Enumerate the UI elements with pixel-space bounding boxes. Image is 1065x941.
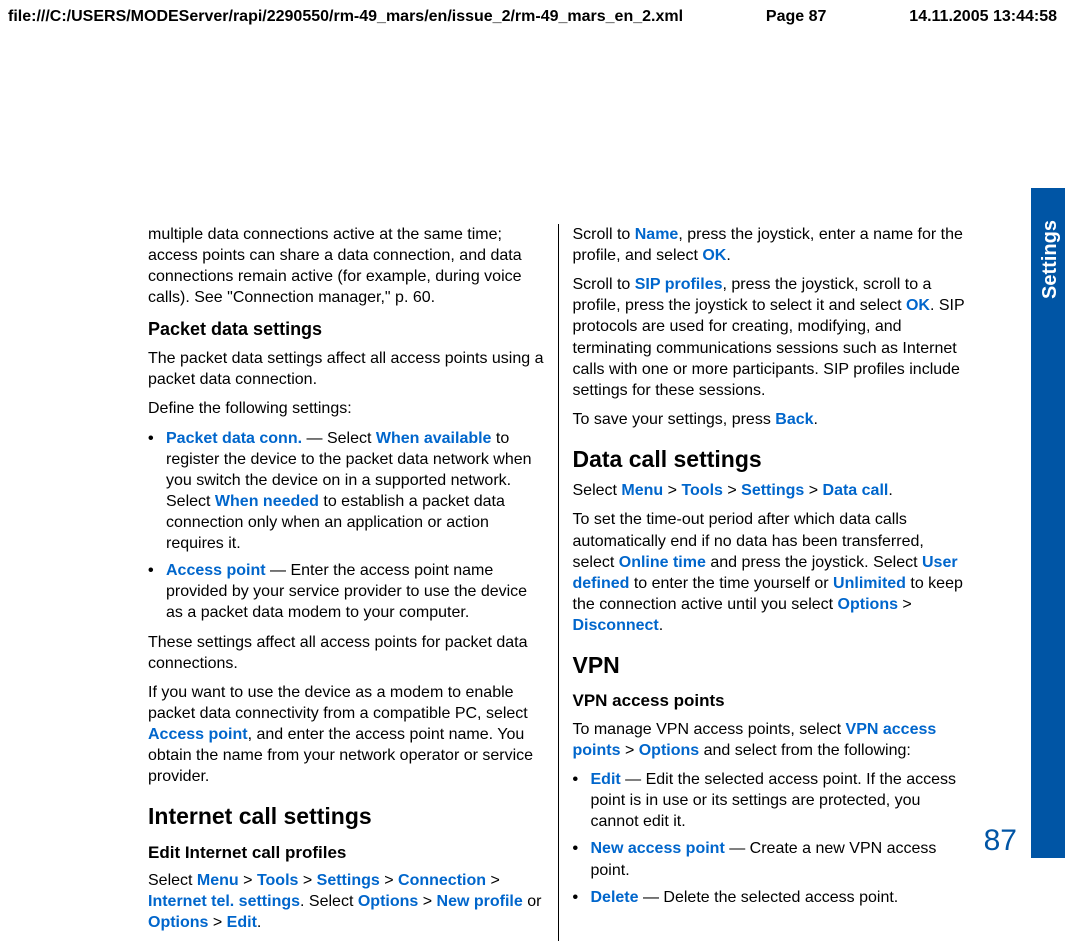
header-filepath: file:///C:/USERS/MODEServer/rapi/2290550… xyxy=(8,8,683,26)
ui-term-sip-profiles: SIP profiles xyxy=(635,276,723,293)
bullet-list: Edit — Edit the selected access point. I… xyxy=(573,769,969,908)
ui-term-tools: Tools xyxy=(257,872,298,889)
text: Select xyxy=(148,872,197,889)
text: > xyxy=(380,872,398,889)
ui-term-menu: Menu xyxy=(621,482,663,499)
ui-term-data-call: Data call xyxy=(823,482,889,499)
ui-term-options: Options xyxy=(639,742,699,759)
text: — Select xyxy=(302,430,376,447)
text: > xyxy=(418,893,436,910)
text: — Edit the selected access point. If the… xyxy=(591,771,957,830)
ui-term-ok: OK xyxy=(906,297,930,314)
text: Scroll to xyxy=(573,226,635,243)
ui-term-internet-tel-settings: Internet tel. settings xyxy=(148,893,300,910)
paragraph: To set the time-out period after which d… xyxy=(573,509,969,636)
text: > xyxy=(663,482,681,499)
text: Select xyxy=(573,482,622,499)
text: . xyxy=(726,247,730,264)
paragraph: If you want to use the device as a modem… xyxy=(148,682,544,788)
text: If you want to use the device as a modem… xyxy=(148,684,528,722)
ui-term-back: Back xyxy=(775,411,813,428)
heading-vpn: VPN xyxy=(573,650,969,680)
ui-term-new-access-point: New access point xyxy=(591,840,725,857)
header-page: Page 87 xyxy=(766,8,826,26)
text: To manage VPN access points, select xyxy=(573,721,846,738)
ui-term-delete: Delete xyxy=(591,889,639,906)
text: > xyxy=(486,872,500,889)
paragraph: Scroll to Name, press the joystick, ente… xyxy=(573,224,969,266)
ui-term-unlimited: Unlimited xyxy=(833,575,906,592)
ui-term-new-profile: New profile xyxy=(437,893,523,910)
text: Scroll to xyxy=(573,276,635,293)
list-item: New access point — Create a new VPN acce… xyxy=(573,838,969,880)
text: . xyxy=(814,411,818,428)
ui-term-when-needed: When needed xyxy=(215,493,319,510)
text: to enter the time yourself or xyxy=(629,575,833,592)
heading-data-call-settings: Data call settings xyxy=(573,444,969,474)
paragraph: These settings affect all access points … xyxy=(148,632,544,674)
paragraph: Define the following settings: xyxy=(148,398,544,419)
ui-term-tools: Tools xyxy=(681,482,722,499)
header-timestamp: 14.11.2005 13:44:58 xyxy=(909,8,1057,26)
ui-term-access-point: Access point xyxy=(148,726,248,743)
ui-term-ok: OK xyxy=(702,247,726,264)
ui-term-access-point: Access point xyxy=(166,562,266,579)
text: . xyxy=(257,914,261,931)
ui-term-packet-data-conn: Packet data conn. xyxy=(166,430,302,447)
text: — Delete the selected access point. xyxy=(639,889,899,906)
ui-term-options: Options xyxy=(358,893,418,910)
list-item: Packet data conn. — Select When availabl… xyxy=(148,428,544,555)
paragraph: Scroll to SIP profiles, press the joysti… xyxy=(573,274,969,401)
text: and press the joystick. Select xyxy=(706,554,922,571)
paragraph: Select Menu > Tools > Settings > Data ca… xyxy=(573,480,969,501)
text: > xyxy=(239,872,257,889)
ui-term-edit: Edit xyxy=(591,771,621,788)
text: . xyxy=(888,482,892,499)
paragraph: The packet data settings affect all acce… xyxy=(148,348,544,390)
paragraph: multiple data connections active at the … xyxy=(148,224,544,308)
page: file:///C:/USERS/MODEServer/rapi/2290550… xyxy=(0,0,1065,930)
ui-term-connection: Connection xyxy=(398,872,486,889)
ui-term-disconnect: Disconnect xyxy=(573,617,659,634)
columns: multiple data connections active at the … xyxy=(148,224,968,941)
ui-term-online-time: Online time xyxy=(619,554,706,571)
text: > xyxy=(621,742,639,759)
heading-packet-data-settings: Packet data settings xyxy=(148,318,544,342)
ui-term-options: Options xyxy=(148,914,208,931)
text: > xyxy=(298,872,316,889)
ui-term-options: Options xyxy=(838,596,898,613)
paragraph: Select Menu > Tools > Settings > Connect… xyxy=(148,870,544,933)
ui-term-settings: Settings xyxy=(317,872,380,889)
print-header: file:///C:/USERS/MODEServer/rapi/2290550… xyxy=(0,8,1065,26)
text: > xyxy=(723,482,741,499)
heading-edit-internet-call-profiles: Edit Internet call profiles xyxy=(148,842,544,864)
list-item: Access point — Enter the access point na… xyxy=(148,560,544,623)
list-item: Edit — Edit the selected access point. I… xyxy=(573,769,969,832)
paragraph: To manage VPN access points, select VPN … xyxy=(573,719,969,761)
ui-term-menu: Menu xyxy=(197,872,239,889)
text: or xyxy=(523,893,542,910)
text: . Select xyxy=(300,893,358,910)
text: . xyxy=(659,617,663,634)
text: > xyxy=(208,914,226,931)
list-item: Delete — Delete the selected access poin… xyxy=(573,887,969,908)
paragraph: To save your settings, press Back. xyxy=(573,409,969,430)
ui-term-settings: Settings xyxy=(741,482,804,499)
ui-term-edit: Edit xyxy=(227,914,257,931)
text: and select from the following: xyxy=(699,742,911,759)
right-column: Scroll to Name, press the joystick, ente… xyxy=(559,224,969,941)
text: To save your settings, press xyxy=(573,411,776,428)
ui-term-name: Name xyxy=(635,226,679,243)
left-column: multiple data connections active at the … xyxy=(148,224,559,941)
heading-internet-call-settings: Internet call settings xyxy=(148,801,544,831)
content-body: multiple data connections active at the … xyxy=(148,224,1055,930)
heading-vpn-access-points: VPN access points xyxy=(573,690,969,712)
text: > xyxy=(898,596,912,613)
text: > xyxy=(804,482,822,499)
bullet-list: Packet data conn. — Select When availabl… xyxy=(148,428,544,624)
ui-term-when-available: When available xyxy=(376,430,492,447)
